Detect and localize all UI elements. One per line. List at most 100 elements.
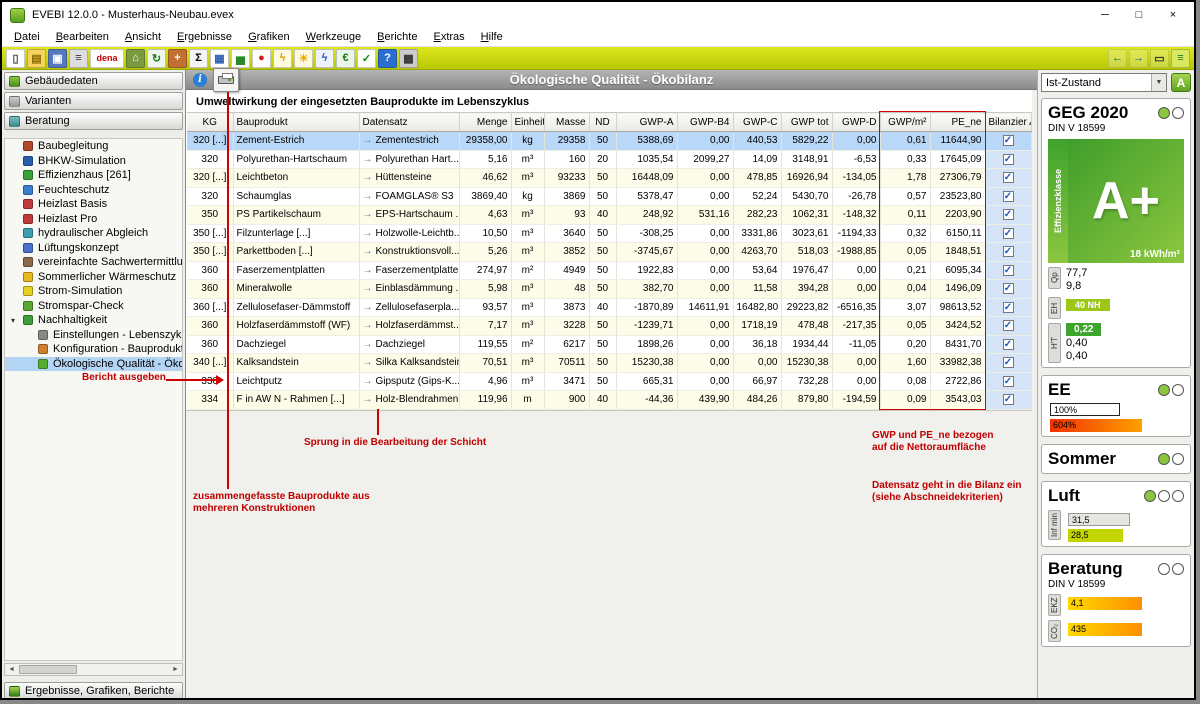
save-icon[interactable]: ▣ xyxy=(48,49,67,68)
calculator-icon[interactable]: ▩ xyxy=(399,49,418,68)
table-row[interactable]: 350 [...]Parkettboden [...]→Konstruktion… xyxy=(187,243,1031,262)
jump-to-layer-icon[interactable]: → xyxy=(363,265,373,276)
tree-item-ökologische-qualität-öko[interactable]: Ökologische Qualität - Öko... xyxy=(5,357,182,372)
jump-to-layer-icon[interactable]: → xyxy=(363,283,373,294)
table-row[interactable]: 330Leichtputz→Gipsputz (Gips-K...4,96m³3… xyxy=(187,372,1031,391)
tree-item-heizlast-pro[interactable]: Heizlast Pro xyxy=(5,212,182,227)
column-header-gwp-b4[interactable]: GWP-B4 xyxy=(677,113,733,132)
tree-item-strom-simulation[interactable]: Strom-Simulation xyxy=(5,284,182,299)
table-row[interactable]: 360Faserzementplatten→Faserzementplatte2… xyxy=(187,261,1031,280)
house-euro-icon[interactable]: € xyxy=(336,49,355,68)
tree-item-lüftungskonzept[interactable]: Lüftungskonzept xyxy=(5,241,182,256)
open-folder-icon[interactable]: ▤ xyxy=(27,49,46,68)
column-header-pe-ne[interactable]: PE_ne xyxy=(930,113,985,132)
jump-to-layer-icon[interactable]: → xyxy=(363,302,373,313)
column-header-gwp-d[interactable]: GWP-D xyxy=(832,113,880,132)
table-row[interactable]: 350PS Partikelschaum→EPS-Hartschaum ...4… xyxy=(187,206,1031,225)
jump-to-layer-icon[interactable]: → xyxy=(363,228,373,239)
bilanzier-checkbox[interactable]: ✓ xyxy=(1003,209,1014,220)
tree-item-nachhaltigkeit[interactable]: ▾Nachhaltigkeit xyxy=(5,313,182,328)
table-row[interactable]: 350 [...]Filzunterlage [...]→Holzwolle-L… xyxy=(187,224,1031,243)
power-icon[interactable]: ϟ xyxy=(315,49,334,68)
jump-to-layer-icon[interactable]: → xyxy=(363,246,373,257)
close-button[interactable]: × xyxy=(1156,4,1190,26)
bilanzier-checkbox[interactable]: ✓ xyxy=(1003,376,1014,387)
jump-to-layer-icon[interactable]: → xyxy=(363,376,373,387)
filter-icon[interactable]: ≡ xyxy=(1171,49,1190,68)
sidebar-section-varianten[interactable]: Varianten xyxy=(4,92,183,110)
sidebar-section-beratung[interactable]: Beratung xyxy=(4,112,183,130)
bilanzier-checkbox[interactable]: ✓ xyxy=(1003,265,1014,276)
bilanzier-checkbox[interactable]: ✓ xyxy=(1003,302,1014,313)
refresh-icon[interactable]: ↻ xyxy=(147,49,166,68)
menu-grafiken[interactable]: Grafiken xyxy=(240,30,298,44)
column-header-einheit[interactable]: Einheit xyxy=(511,113,544,132)
tree-item-effizienzhaus-261[interactable]: Effizienzhaus [261] xyxy=(5,168,182,183)
menu-datei[interactable]: Datei xyxy=(6,30,48,44)
tree-item-bhkw-simulation[interactable]: BHKW-Simulation xyxy=(5,154,182,169)
menu-hilfe[interactable]: Hilfe xyxy=(473,30,511,44)
column-header-datensatz[interactable]: Datensatz xyxy=(359,113,459,132)
tree-item-feuchteschutz[interactable]: Feuchteschutz xyxy=(5,183,182,198)
scroll-left-button[interactable]: ◄ xyxy=(5,666,18,673)
bilanzier-checkbox[interactable]: ✓ xyxy=(1003,135,1014,146)
jump-to-layer-icon[interactable]: → xyxy=(363,339,373,350)
jump-to-layer-icon[interactable]: → xyxy=(363,172,373,183)
table-row[interactable]: 334F in AW N - Rahmen [...]→Holz-Blendra… xyxy=(187,391,1031,410)
scroll-right-button[interactable]: ► xyxy=(169,666,182,673)
tree-item-vereinfachte-sachwertermittlung[interactable]: vereinfachte Sachwertermittlung xyxy=(5,255,182,270)
tree-item-konfiguration-bauprodukte[interactable]: Konfiguration - Bauprodukte xyxy=(5,342,182,357)
table-icon[interactable]: ▦ xyxy=(210,49,229,68)
sun-icon[interactable]: ☀ xyxy=(294,49,313,68)
menu-bearbeiten[interactable]: Bearbeiten xyxy=(48,30,117,44)
table-row[interactable]: 320Polyurethan-Hartschaum→Polyurethan Ha… xyxy=(187,150,1031,169)
new-document-icon[interactable]: ▯ xyxy=(6,49,25,68)
comment-icon[interactable]: ● xyxy=(252,49,271,68)
sidebar-section-gebaeudedaten[interactable]: Gebäudedaten xyxy=(4,72,183,90)
report-check-icon[interactable]: ✓ xyxy=(357,49,376,68)
forward-icon[interactable]: → xyxy=(1129,49,1148,68)
window-icon[interactable]: ▭ xyxy=(1150,49,1169,68)
column-header-gwp-c[interactable]: GWP-C xyxy=(733,113,781,132)
jump-to-layer-icon[interactable]: → xyxy=(363,394,373,405)
table-row[interactable]: 320 [...]Zement-Estrich→Zementestrich293… xyxy=(187,132,1031,151)
chart-icon[interactable]: ▅ xyxy=(231,49,250,68)
column-header-gwp-a[interactable]: GWP-A xyxy=(616,113,677,132)
expander-icon[interactable]: ▾ xyxy=(11,316,15,325)
menu-ergebnisse[interactable]: Ergebnisse xyxy=(169,30,240,44)
bilanzier-checkbox[interactable]: ✓ xyxy=(1003,246,1014,257)
tree-item-stromspar-check[interactable]: Stromspar-Check xyxy=(5,299,182,314)
tools-icon[interactable]: + xyxy=(168,49,187,68)
sidebar-horizontal-scrollbar[interactable]: ◄ ► xyxy=(4,663,183,676)
jump-to-layer-icon[interactable]: → xyxy=(363,357,373,368)
column-header-bilanzier[interactable]: Bilanzier ▴ xyxy=(985,113,1031,132)
building-icon[interactable]: ⌂ xyxy=(126,49,145,68)
scrollbar-thumb[interactable] xyxy=(19,665,77,674)
print-icon[interactable]: ≡ xyxy=(69,49,88,68)
menu-berichte[interactable]: Berichte xyxy=(369,30,425,44)
column-header-menge[interactable]: Menge xyxy=(459,113,511,132)
column-header-bauprodukt[interactable]: Bauprodukt xyxy=(233,113,359,132)
info-icon[interactable]: i xyxy=(193,73,207,87)
print-report-button[interactable] xyxy=(213,68,239,92)
column-header-gwp-tot[interactable]: GWP tot xyxy=(781,113,832,132)
menu-ansicht[interactable]: Ansicht xyxy=(117,30,169,44)
column-header-gwp-m-[interactable]: GWP/m² xyxy=(880,113,930,132)
bilanzier-checkbox[interactable]: ✓ xyxy=(1003,357,1014,368)
minimize-button[interactable]: ─ xyxy=(1088,4,1122,26)
sidebar-section-ergebnisse[interactable]: Ergebnisse, Grafiken, Berichte xyxy=(4,682,183,700)
tree-item-hydraulischer-abgleich[interactable]: hydraulischer Abgleich xyxy=(5,226,182,241)
table-row[interactable]: 360 [...]Zellulosefaser-Dämmstoff→Zellul… xyxy=(187,298,1031,317)
jump-to-layer-icon[interactable]: → xyxy=(363,320,373,331)
column-header-nd[interactable]: ND xyxy=(589,113,616,132)
bilanzier-checkbox[interactable]: ✓ xyxy=(1003,320,1014,331)
maximize-button[interactable]: □ xyxy=(1122,4,1156,26)
bilanzier-checkbox[interactable]: ✓ xyxy=(1003,172,1014,183)
column-header-masse[interactable]: Masse xyxy=(544,113,589,132)
bilanzier-checkbox[interactable]: ✓ xyxy=(1003,154,1014,165)
tree-item-baubegleitung[interactable]: Baubegleitung xyxy=(5,139,182,154)
table-row[interactable]: 360Dachziegel→Dachziegel119,55m²62175018… xyxy=(187,335,1031,354)
tree-item-einstellungen-lebenszyklus[interactable]: Einstellungen - Lebenszyklus xyxy=(5,328,182,343)
bilanzier-checkbox[interactable]: ✓ xyxy=(1003,339,1014,350)
bilanzier-checkbox[interactable]: ✓ xyxy=(1003,228,1014,239)
